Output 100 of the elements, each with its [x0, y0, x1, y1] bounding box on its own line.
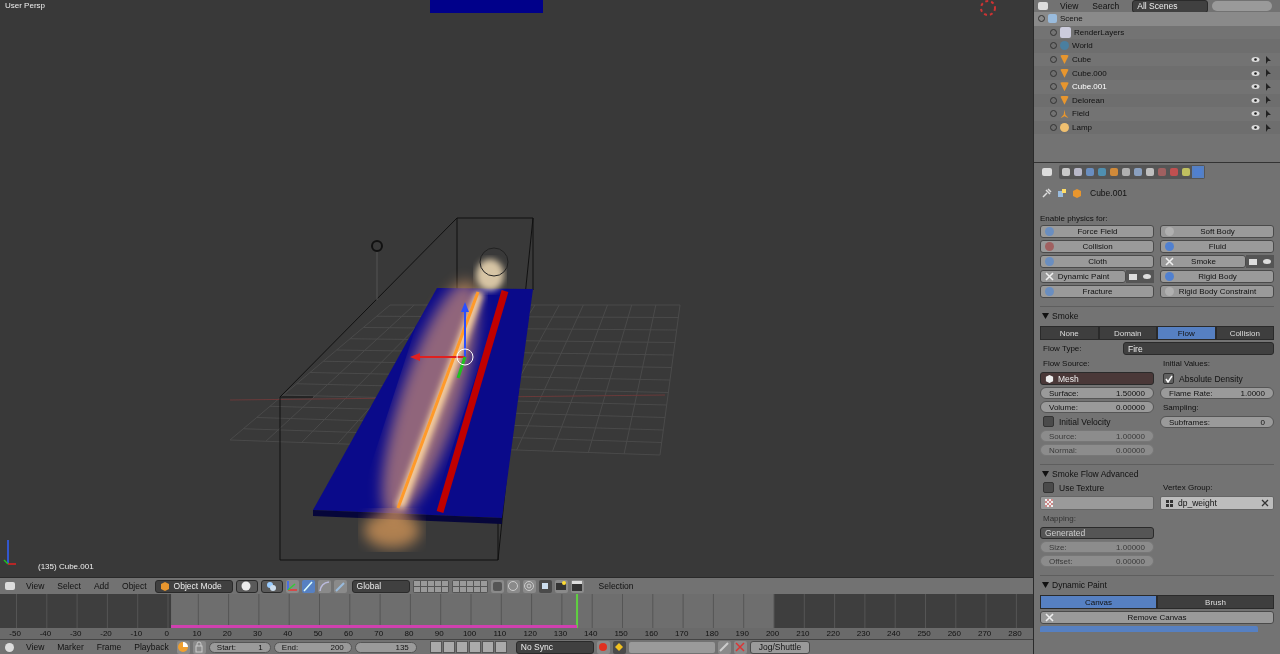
outliner-item[interactable]: Scene: [1034, 12, 1280, 26]
properties-tab-icon[interactable]: [1096, 165, 1108, 178]
paint-type-tab[interactable]: Canvas: [1040, 595, 1157, 610]
smoke-type-tab[interactable]: Domain: [1098, 326, 1157, 341]
eye-icon[interactable]: [1140, 270, 1154, 284]
eye-icon[interactable]: [1251, 110, 1260, 118]
properties-tab-icon[interactable]: [1132, 165, 1144, 178]
menu-item[interactable]: Add: [88, 581, 115, 591]
render-toggle-icon[interactable]: [1246, 255, 1260, 269]
shading-dropdown[interactable]: [235, 579, 258, 593]
properties-tab-icon[interactable]: [1180, 165, 1192, 178]
properties-tab-icon[interactable]: [1192, 165, 1204, 178]
proportional-edit-icon[interactable]: [522, 579, 536, 593]
checkbox[interactable]: [1043, 482, 1054, 494]
paint-type-tab[interactable]: Brush: [1157, 595, 1274, 610]
close-icon[interactable]: [1261, 499, 1269, 508]
physics-button[interactable]: Soft Body: [1160, 225, 1274, 239]
playback-controls[interactable]: [429, 641, 507, 653]
disclosure-triangle-icon[interactable]: [1042, 471, 1049, 478]
manipulator-icon[interactable]: [285, 579, 299, 593]
panel-title[interactable]: Smoke: [1052, 311, 1079, 322]
menu-item[interactable]: Playback: [129, 642, 174, 652]
mapping-dropdown[interactable]: Generated: [1040, 527, 1154, 540]
eye-icon[interactable]: [1251, 69, 1260, 77]
properties-tab-icon[interactable]: [1060, 165, 1072, 178]
physics-button[interactable]: Cloth: [1040, 255, 1154, 269]
smoke-type-tab[interactable]: Flow: [1157, 326, 1216, 341]
physics-button[interactable]: Smoke: [1160, 255, 1246, 269]
remove-canvas-button[interactable]: Remove Canvas: [1040, 611, 1274, 625]
properties-tab-icon[interactable]: [1120, 165, 1132, 178]
flow-type-dropdown[interactable]: Fire: [1123, 342, 1274, 356]
panel-title[interactable]: Dynamic Paint: [1052, 580, 1107, 591]
sync-dropdown[interactable]: No Sync: [515, 640, 594, 654]
keyframe-icon[interactable]: [612, 640, 626, 654]
clapperboard-icon[interactable]: [570, 579, 584, 593]
disclosure-triangle-icon[interactable]: [1042, 313, 1049, 320]
panel-title[interactable]: Smoke Flow Advanced: [1052, 469, 1139, 480]
menu-item[interactable]: Search: [1087, 1, 1125, 11]
preview-range-icon[interactable]: [176, 640, 190, 654]
number-field[interactable]: Surface: 1.50000: [1040, 387, 1154, 400]
layers-grid-icon[interactable]: [451, 579, 488, 593]
eye-icon[interactable]: [1251, 83, 1260, 91]
snap-icon[interactable]: [506, 579, 520, 593]
properties-tab-icon[interactable]: [1108, 165, 1120, 178]
scale-icon[interactable]: [333, 579, 347, 593]
eye-icon[interactable]: [1251, 124, 1260, 132]
number-field[interactable]: Subframes: 0: [1160, 416, 1274, 429]
eye-icon[interactable]: [1251, 96, 1260, 104]
physics-button[interactable]: Rigid Body Constraint: [1160, 285, 1274, 299]
physics-button[interactable]: Fluid: [1160, 240, 1274, 254]
disclosure-triangle-icon[interactable]: [1042, 582, 1049, 589]
menu-item[interactable]: View: [21, 642, 50, 652]
insert-keyframe-icon[interactable]: [717, 640, 731, 654]
menu-item[interactable]: Select: [52, 581, 86, 591]
outliner-item[interactable]: Cube.000: [1034, 66, 1280, 80]
physics-button[interactable]: Dynamic Paint: [1040, 270, 1126, 284]
mode-dropdown[interactable]: Object Mode: [154, 579, 233, 593]
properties-tab-icon[interactable]: [1072, 165, 1084, 178]
menu-item[interactable]: View: [21, 581, 50, 591]
menu-item[interactable]: Frame: [91, 642, 127, 652]
eye-icon[interactable]: [1260, 255, 1274, 269]
end-frame-field[interactable]: End: 200: [273, 641, 352, 653]
layers-grid-icon[interactable]: [412, 579, 449, 593]
search-field[interactable]: [1212, 1, 1273, 11]
jog-shuttle-button[interactable]: Jog/Shuttle: [749, 640, 811, 654]
lock-icon[interactable]: [490, 579, 504, 593]
physics-button[interactable]: Fracture: [1040, 285, 1154, 299]
checkbox[interactable]: [1163, 373, 1174, 385]
number-field[interactable]: Flame Rate: 1.0000: [1160, 387, 1274, 400]
render-icon[interactable]: [554, 579, 568, 593]
smoke-type-tab[interactable]: Collision: [1215, 326, 1274, 341]
physics-button[interactable]: Rigid Body: [1160, 270, 1274, 284]
start-frame-field[interactable]: Start: 1: [208, 641, 271, 653]
current-frame-field[interactable]: 135: [354, 641, 417, 653]
vertex-group-field[interactable]: dp_weight: [1160, 496, 1274, 511]
menu-item[interactable]: Marker: [52, 642, 89, 652]
texture-field[interactable]: [1040, 496, 1154, 511]
orientation-dropdown[interactable]: Global: [351, 579, 410, 593]
lock-icon[interactable]: [192, 640, 206, 654]
physics-button[interactable]: Force Field: [1040, 225, 1154, 239]
snap-element-icon[interactable]: [538, 579, 552, 593]
translate-icon[interactable]: [301, 579, 315, 593]
keying-set-field[interactable]: [628, 641, 715, 653]
rotate-icon[interactable]: [317, 579, 331, 593]
number-field[interactable]: Volume: 0.00000: [1040, 401, 1154, 414]
pivot-dropdown[interactable]: [260, 579, 283, 593]
physics-button[interactable]: Collision: [1040, 240, 1154, 254]
smoke-type-tab[interactable]: None: [1040, 326, 1099, 341]
menu-item[interactable]: Object: [117, 581, 152, 591]
checkbox[interactable]: [1043, 416, 1054, 428]
display-mode-dropdown[interactable]: All Scenes: [1132, 0, 1209, 13]
properties-tab-icon[interactable]: [1084, 165, 1096, 178]
flow-source-dropdown[interactable]: Mesh: [1040, 372, 1154, 386]
pin-icon[interactable]: [1042, 188, 1052, 199]
menu-item[interactable]: View: [1055, 1, 1084, 11]
properties-tab-icon[interactable]: [1144, 165, 1156, 178]
render-toggle-icon[interactable]: [1126, 270, 1140, 284]
sphere-icon: [240, 581, 251, 591]
eye-icon[interactable]: [1251, 56, 1260, 64]
outliner-item[interactable]: World: [1034, 39, 1280, 53]
